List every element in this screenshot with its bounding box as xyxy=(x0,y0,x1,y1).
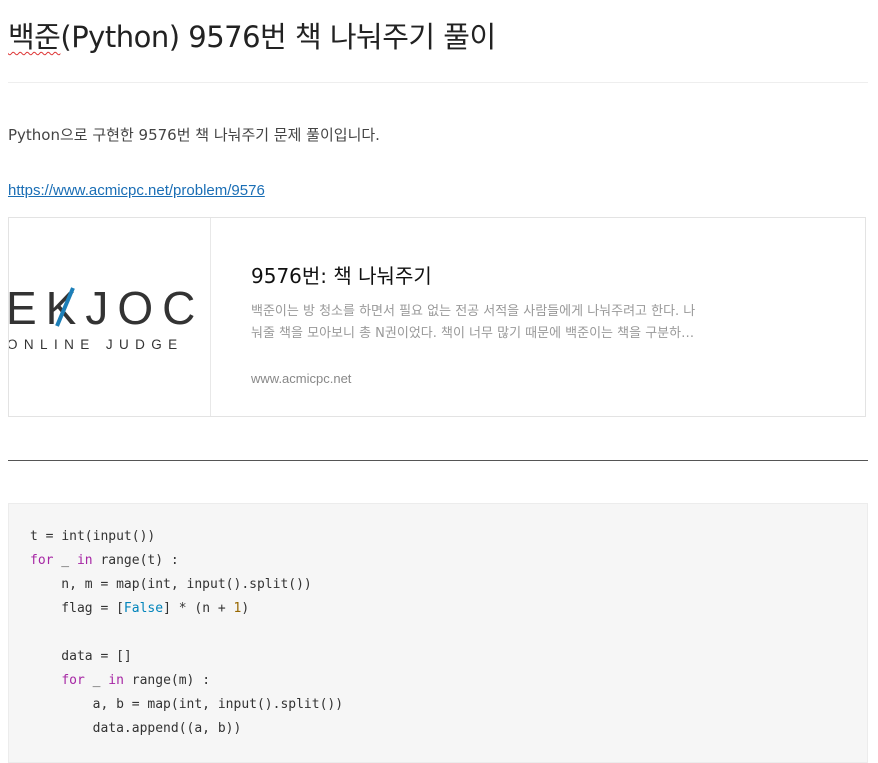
card-title: 9576번: 책 나눠주기 xyxy=(251,264,432,288)
code-keyword: for xyxy=(61,673,85,688)
code-line: data = [] xyxy=(30,649,132,664)
card-description-line: 눠줄 책을 모아보니 총 N권이었다. 책이 너무 많기 때문에 백준이는 책을… xyxy=(251,326,695,341)
code-keyword: for xyxy=(30,553,54,568)
card-thumbnail: EKJOC ONLINE JUDGE xyxy=(9,218,211,416)
code-token: ) xyxy=(241,601,250,616)
post-title: 백준(Python) 9576번 책 나눠주기 풀이 xyxy=(8,14,496,56)
code-keyword: in xyxy=(108,673,124,688)
post-title-rest: (Python) 9576번 책 나눠주기 풀이 xyxy=(60,20,496,54)
code-token: _ xyxy=(53,553,77,568)
card-url: www.acmicpc.net xyxy=(251,371,352,386)
section-divider xyxy=(8,460,868,461)
code-line: a, b = map(int, input().split()) xyxy=(30,697,344,712)
code-token: _ xyxy=(84,673,109,688)
card-description-line: 백준이는 방 청소를 하면서 필요 없는 전공 서적을 사람들에게 나눠주려고 … xyxy=(251,304,696,319)
code-token: int(input()) xyxy=(61,529,156,544)
boj-logo-icon: EKJOC ONLINE JUDGE xyxy=(9,282,204,352)
code-token: range(m) : xyxy=(123,673,211,688)
code-token: range(t) : xyxy=(92,553,179,568)
code-token: t xyxy=(30,529,38,544)
code-token: ] * (n + xyxy=(163,601,234,616)
code-token: flag = [ xyxy=(30,601,124,616)
link-preview-card[interactable]: EKJOC ONLINE JUDGE 9576번: 책 나눠주기 백준이는 방 … xyxy=(8,217,866,417)
code-keyword: in xyxy=(76,553,93,568)
logo-main-text: EKJOC xyxy=(9,282,204,334)
problem-link[interactable]: https://www.acmicpc.net/problem/9576 xyxy=(8,182,265,199)
code-line: n, m = map(int, input().split()) xyxy=(30,577,312,592)
post-title-spell-word: 백준 xyxy=(8,20,61,54)
title-divider xyxy=(8,82,868,83)
code-line: data.append((a, b)) xyxy=(30,721,242,736)
code-block: t = int(input()) for _ in range(t) : n, … xyxy=(8,503,868,763)
code-token: = xyxy=(37,529,62,544)
code-content: t = int(input()) for _ in range(t) : n, … xyxy=(30,525,343,741)
card-description: 백준이는 방 청소를 하면서 필요 없는 전공 서적을 사람들에게 나눠주려고 … xyxy=(251,301,721,345)
logo-sub-text: ONLINE JUDGE xyxy=(9,337,184,352)
post-intro: Python으로 구현한 9576번 책 나눠주기 문제 풀이입니다. xyxy=(8,126,380,144)
code-builtin: False xyxy=(123,601,164,616)
